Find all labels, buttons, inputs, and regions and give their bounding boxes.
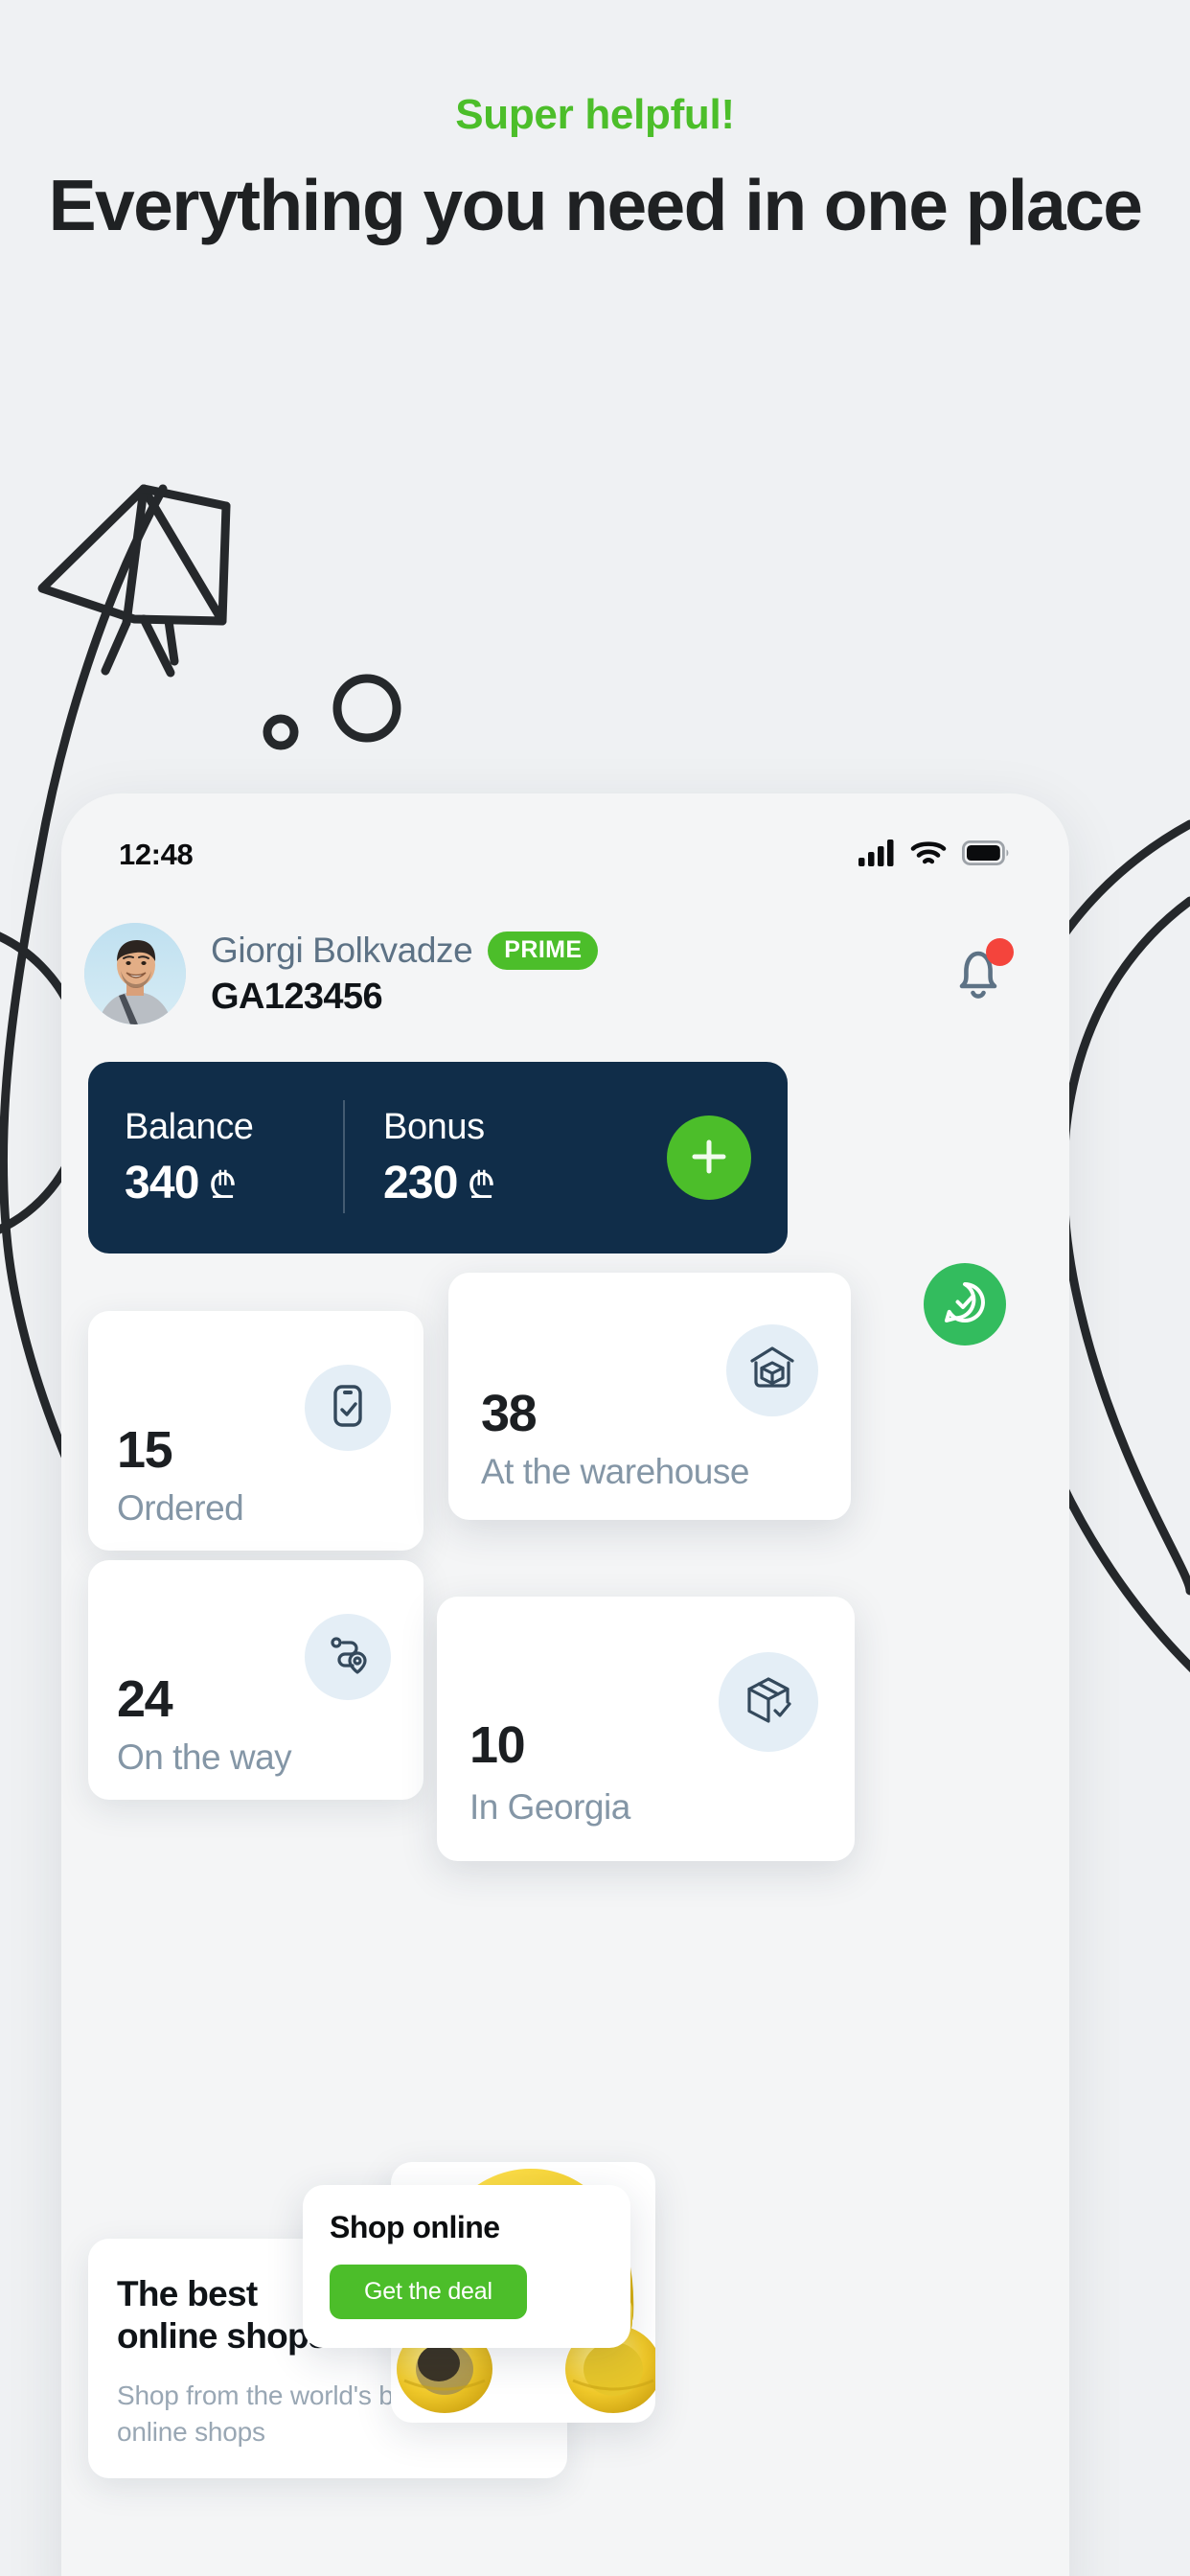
circle-doodle-small	[263, 714, 299, 750]
status-badge-prime: PRIME	[488, 931, 599, 970]
promo-shop-online-title: Shop online	[330, 2210, 500, 2244]
route-pin-icon-wrap	[305, 1614, 391, 1700]
stat-label: On the way	[117, 1737, 292, 1777]
circle-doodle-large	[332, 674, 401, 743]
package-check-icon	[741, 1672, 796, 1733]
balance-amount: 340	[125, 1157, 199, 1208]
bell-icon	[945, 951, 1012, 1011]
bonus-value-row: 230 ₾	[383, 1157, 568, 1208]
balance-card: Balance 340 ₾ Bonus 230 ₾	[88, 1062, 788, 1254]
profile-name-row: Giorgi Bolkvadze PRIME	[211, 931, 931, 971]
phone-mockup: 12:48 Giorgi Bolkvadze PRIME GA123456 Ba…	[61, 794, 1069, 2576]
notifications-button[interactable]	[945, 938, 1014, 1007]
stat-value: 24	[117, 1670, 173, 1728]
promo-headline-block: Super helpful! Everything you need in on…	[0, 91, 1190, 246]
stat-card-ordered[interactable]: 15 Ordered	[88, 1311, 423, 1551]
paper-plane-doodle	[37, 484, 231, 678]
status-bar-time: 12:48	[119, 838, 194, 871]
bonus-amount: 230	[383, 1157, 458, 1208]
chat-check-icon	[939, 1276, 991, 1333]
battery-full-icon	[961, 840, 1010, 870]
balance-column: Balance 340 ₾	[125, 1106, 343, 1208]
warehouse-box-icon	[745, 1342, 799, 1400]
route-pin-icon	[323, 1630, 373, 1685]
wifi-icon	[910, 840, 947, 871]
profile-name: Giorgi Bolkvadze	[211, 930, 473, 970]
package-check-icon-wrap	[719, 1652, 818, 1752]
status-bar: 12:48	[61, 830, 1069, 880]
balance-label: Balance	[125, 1106, 254, 1147]
promo-headline: Everything you need in one place	[48, 165, 1143, 246]
phone-check-icon-wrap	[305, 1365, 391, 1451]
status-bar-icons	[858, 839, 1010, 871]
stat-card-on-the-way[interactable]: 24 On the way	[88, 1560, 423, 1800]
stat-value: 10	[469, 1716, 526, 1774]
phone-check-icon	[323, 1381, 373, 1436]
notification-dot	[986, 938, 1014, 966]
stat-value: 15	[117, 1421, 173, 1479]
warehouse-box-icon-wrap	[726, 1324, 818, 1416]
get-the-deal-button[interactable]: Get the deal	[330, 2265, 527, 2319]
bonus-currency: ₾	[467, 1165, 495, 1207]
chat-support-button[interactable]	[924, 1263, 1006, 1346]
balance-currency: ₾	[208, 1165, 237, 1207]
profile-row[interactable]: Giorgi Bolkvadze PRIME GA123456	[61, 910, 1069, 1037]
stat-value: 38	[481, 1385, 538, 1442]
cellular-signal-icon	[858, 839, 895, 871]
promo-eyebrow: Super helpful!	[455, 91, 735, 138]
stat-label: In Georgia	[469, 1787, 630, 1827]
yellow-headphones-image	[391, 2168, 655, 2423]
profile-texts: Giorgi Bolkvadze PRIME GA123456	[211, 931, 931, 1018]
right-arc-doodle-2	[1059, 896, 1190, 1596]
stat-card-in-georgia[interactable]: 10 In Georgia	[437, 1597, 855, 1861]
stat-card-at-the-warehouse[interactable]: 38 At the warehouse	[448, 1273, 851, 1520]
balance-value-row: 340 ₾	[125, 1157, 343, 1208]
promo-card-shop-online[interactable]: Shop online Get the deal	[303, 2185, 630, 2348]
stat-label: Ordered	[117, 1488, 244, 1528]
stat-label: At the warehouse	[481, 1452, 749, 1491]
plus-icon	[687, 1135, 731, 1182]
avatar[interactable]	[84, 923, 186, 1024]
bonus-column: Bonus 230 ₾	[343, 1106, 568, 1208]
profile-account-id: GA123456	[211, 976, 383, 1017]
add-funds-button[interactable]	[667, 1116, 751, 1200]
bonus-label: Bonus	[383, 1106, 485, 1147]
